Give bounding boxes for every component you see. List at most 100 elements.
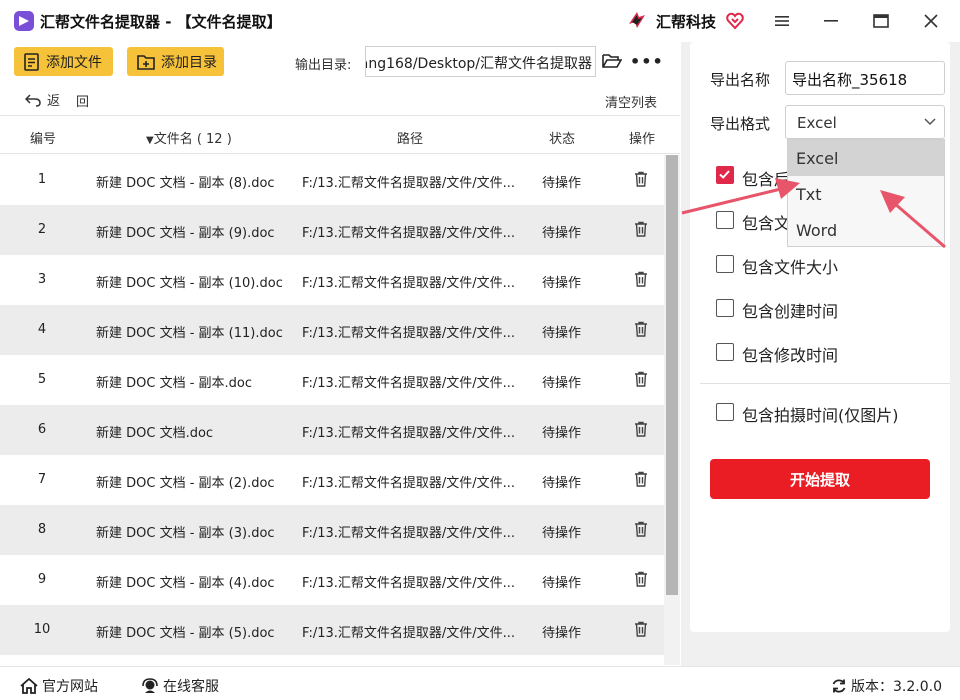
trash-icon[interactable] (634, 171, 648, 191)
row-status: 待操作 (542, 526, 582, 541)
official-site-link[interactable]: 官方网站 (20, 676, 98, 696)
redo-button[interactable]: 回 (76, 91, 89, 110)
undo-label: 返 (47, 94, 61, 109)
table-body: 1 新建 DOC 文档 - 副本 (8).doc F:/13.汇帮文件名提取器/文件… (0, 155, 664, 655)
clear-list-button[interactable]: 清空列表 (605, 92, 657, 111)
export-format-select[interactable]: Excel (785, 105, 945, 139)
output-dir-label: 输出目录: (295, 58, 352, 73)
table-row[interactable]: 5 新建 DOC 文档 - 副本.doc F:/13.汇帮文件名提取器/文件/文件.… (0, 355, 664, 405)
brand-name: 汇帮科技 (656, 13, 717, 31)
include-size-label[interactable]: 包含文件大小 (742, 254, 838, 278)
row-path: F:/13.汇帮文件名提取器/文件/文件... (302, 526, 516, 541)
format-option-word[interactable]: Word (788, 212, 944, 248)
table-row[interactable]: 6 新建 DOC 文档.doc F:/13.汇帮文件名提取器/文件/文件... 待操作 (0, 405, 664, 455)
trash-icon[interactable] (634, 471, 648, 491)
row-filename: 新建 DOC 文档 - 副本 (10).doc (96, 276, 283, 291)
row-filename: 新建 DOC 文档 - 副本 (2).doc (96, 476, 275, 491)
scrollbar-thumb[interactable] (666, 155, 678, 595)
heart-icon[interactable] (725, 11, 745, 31)
header-operation: 操作 (629, 132, 656, 147)
headset-icon (142, 678, 158, 693)
row-number: 9 (37, 572, 47, 587)
table-row[interactable]: 8 新建 DOC 文档 - 副本 (3).doc F:/13.汇帮文件名提取器/文件… (0, 505, 664, 555)
trash-icon[interactable] (634, 271, 648, 291)
start-extract-button[interactable]: 开始提取 (710, 459, 930, 499)
minimize-icon[interactable] (818, 8, 844, 34)
row-status: 待操作 (542, 476, 582, 491)
row-status: 待操作 (542, 376, 582, 391)
output-dir-input[interactable]: C:/Users/huibang168/Desktop/汇帮文件名提取器 (365, 46, 596, 77)
table-row[interactable]: 7 新建 DOC 文档 - 副本 (2).doc F:/13.汇帮文件名提取器/文件… (0, 455, 664, 505)
close-icon[interactable] (918, 8, 944, 34)
include-shot-time-label[interactable]: 包含拍摄时间(仅图片) (742, 402, 899, 426)
title-bar: 汇帮文件名提取器 - 【文件名提取】 汇帮科技 (0, 0, 960, 42)
format-option-txt[interactable]: Txt (788, 176, 944, 212)
trash-icon[interactable] (634, 621, 648, 641)
version-info[interactable]: 版本：3.2.0.0 (831, 676, 942, 696)
refresh-icon (832, 679, 846, 693)
table-row[interactable]: 9 新建 DOC 文档 - 副本 (4).doc F:/13.汇帮文件名提取器/文件… (0, 555, 664, 605)
table-row[interactable]: 10 新建 DOC 文档 - 副本 (5).doc F:/13.汇帮文件名提取器/文… (0, 605, 664, 655)
undo-button[interactable]: 返 (25, 90, 60, 109)
include-created-label[interactable]: 包含创建时间 (742, 298, 838, 322)
header-number: 编号 (30, 132, 57, 147)
row-number: 5 (37, 372, 47, 387)
export-name-label: 导出名称 (710, 71, 771, 89)
online-service-label: 在线客服 (163, 679, 219, 695)
table-row[interactable]: 3 新建 DOC 文档 - 副本 (10).doc F:/13.汇帮文件名提取器/文… (0, 255, 664, 305)
row-number: 6 (37, 422, 47, 437)
include-shot-time-checkbox[interactable] (716, 403, 734, 421)
include-size-checkbox[interactable] (716, 255, 734, 273)
table-row[interactable]: 4 新建 DOC 文档 - 副本 (11).doc F:/13.汇帮文件名提取器/文… (0, 305, 664, 355)
brand-logo-icon (629, 12, 645, 28)
table-row[interactable]: 2 新建 DOC 文档 - 副本 (9).doc F:/13.汇帮文件名提取器/文件… (0, 205, 664, 255)
include-modified-label[interactable]: 包含修改时间 (742, 342, 838, 366)
trash-icon[interactable] (634, 571, 648, 591)
row-path: F:/13.汇帮文件名提取器/文件/文件... (302, 226, 516, 241)
export-format-value: Excel (797, 114, 837, 132)
export-name-input[interactable]: 导出名称_35618 (785, 61, 945, 95)
add-file-button[interactable]: 添加文件 (14, 47, 113, 76)
trash-icon[interactable] (634, 321, 648, 341)
trash-icon[interactable] (634, 371, 648, 391)
online-service-link[interactable]: 在线客服 (141, 676, 219, 696)
panel-divider (700, 383, 950, 384)
app-logo-icon (14, 11, 34, 31)
more-options-icon[interactable]: ••• (630, 52, 664, 71)
row-filename: 新建 DOC 文档 - 副本.doc (96, 376, 253, 391)
chevron-down-icon (924, 118, 936, 126)
row-path: F:/13.汇帮文件名提取器/文件/文件... (302, 576, 516, 591)
row-filename: 新建 DOC 文档 - 副本 (5).doc (96, 626, 275, 641)
trash-icon[interactable] (634, 521, 648, 541)
row-number: 2 (37, 222, 47, 237)
header-filename-label: 文件名 ( 12 ) (153, 132, 232, 147)
include-modified-checkbox[interactable] (716, 343, 734, 361)
include-suffix-checkbox[interactable] (716, 166, 734, 184)
undo-icon (25, 93, 41, 107)
include-created-checkbox[interactable] (716, 299, 734, 317)
folder-open-icon[interactable] (602, 52, 622, 70)
row-path: F:/13.汇帮文件名提取器/文件/文件... (302, 476, 516, 491)
header-filename[interactable]: ▼文件名 ( 12 ) (146, 128, 232, 147)
table-row[interactable]: 1 新建 DOC 文档 - 副本 (8).doc F:/13.汇帮文件名提取器/文件… (0, 155, 664, 205)
row-status: 待操作 (542, 276, 582, 291)
add-directory-label: 添加目录 (161, 54, 217, 71)
include-folder-checkbox[interactable] (716, 211, 734, 229)
row-filename: 新建 DOC 文档.doc (96, 426, 214, 441)
trash-icon[interactable] (634, 221, 648, 241)
row-number: 3 (37, 272, 47, 287)
export-name-value: 导出名称_35618 (792, 71, 908, 89)
add-file-label: 添加文件 (46, 54, 102, 71)
row-filename: 新建 DOC 文档 - 副本 (4).doc (96, 576, 275, 591)
maximize-icon[interactable] (868, 8, 894, 34)
trash-icon[interactable] (634, 421, 648, 441)
row-path: F:/13.汇帮文件名提取器/文件/文件... (302, 426, 516, 441)
format-option-excel[interactable]: Excel (788, 140, 944, 176)
window-title: 汇帮文件名提取器 - 【文件名提取】 (40, 13, 282, 31)
menu-icon[interactable] (769, 8, 795, 34)
format-dropdown-list: Excel Txt Word (787, 139, 945, 247)
footer-bar: 官方网站 在线客服 版本：3.2.0.0 (0, 666, 960, 700)
add-directory-button[interactable]: 添加目录 (127, 47, 224, 76)
table-scrollbar[interactable] (664, 155, 680, 665)
row-path: F:/13.汇帮文件名提取器/文件/文件... (302, 376, 516, 391)
